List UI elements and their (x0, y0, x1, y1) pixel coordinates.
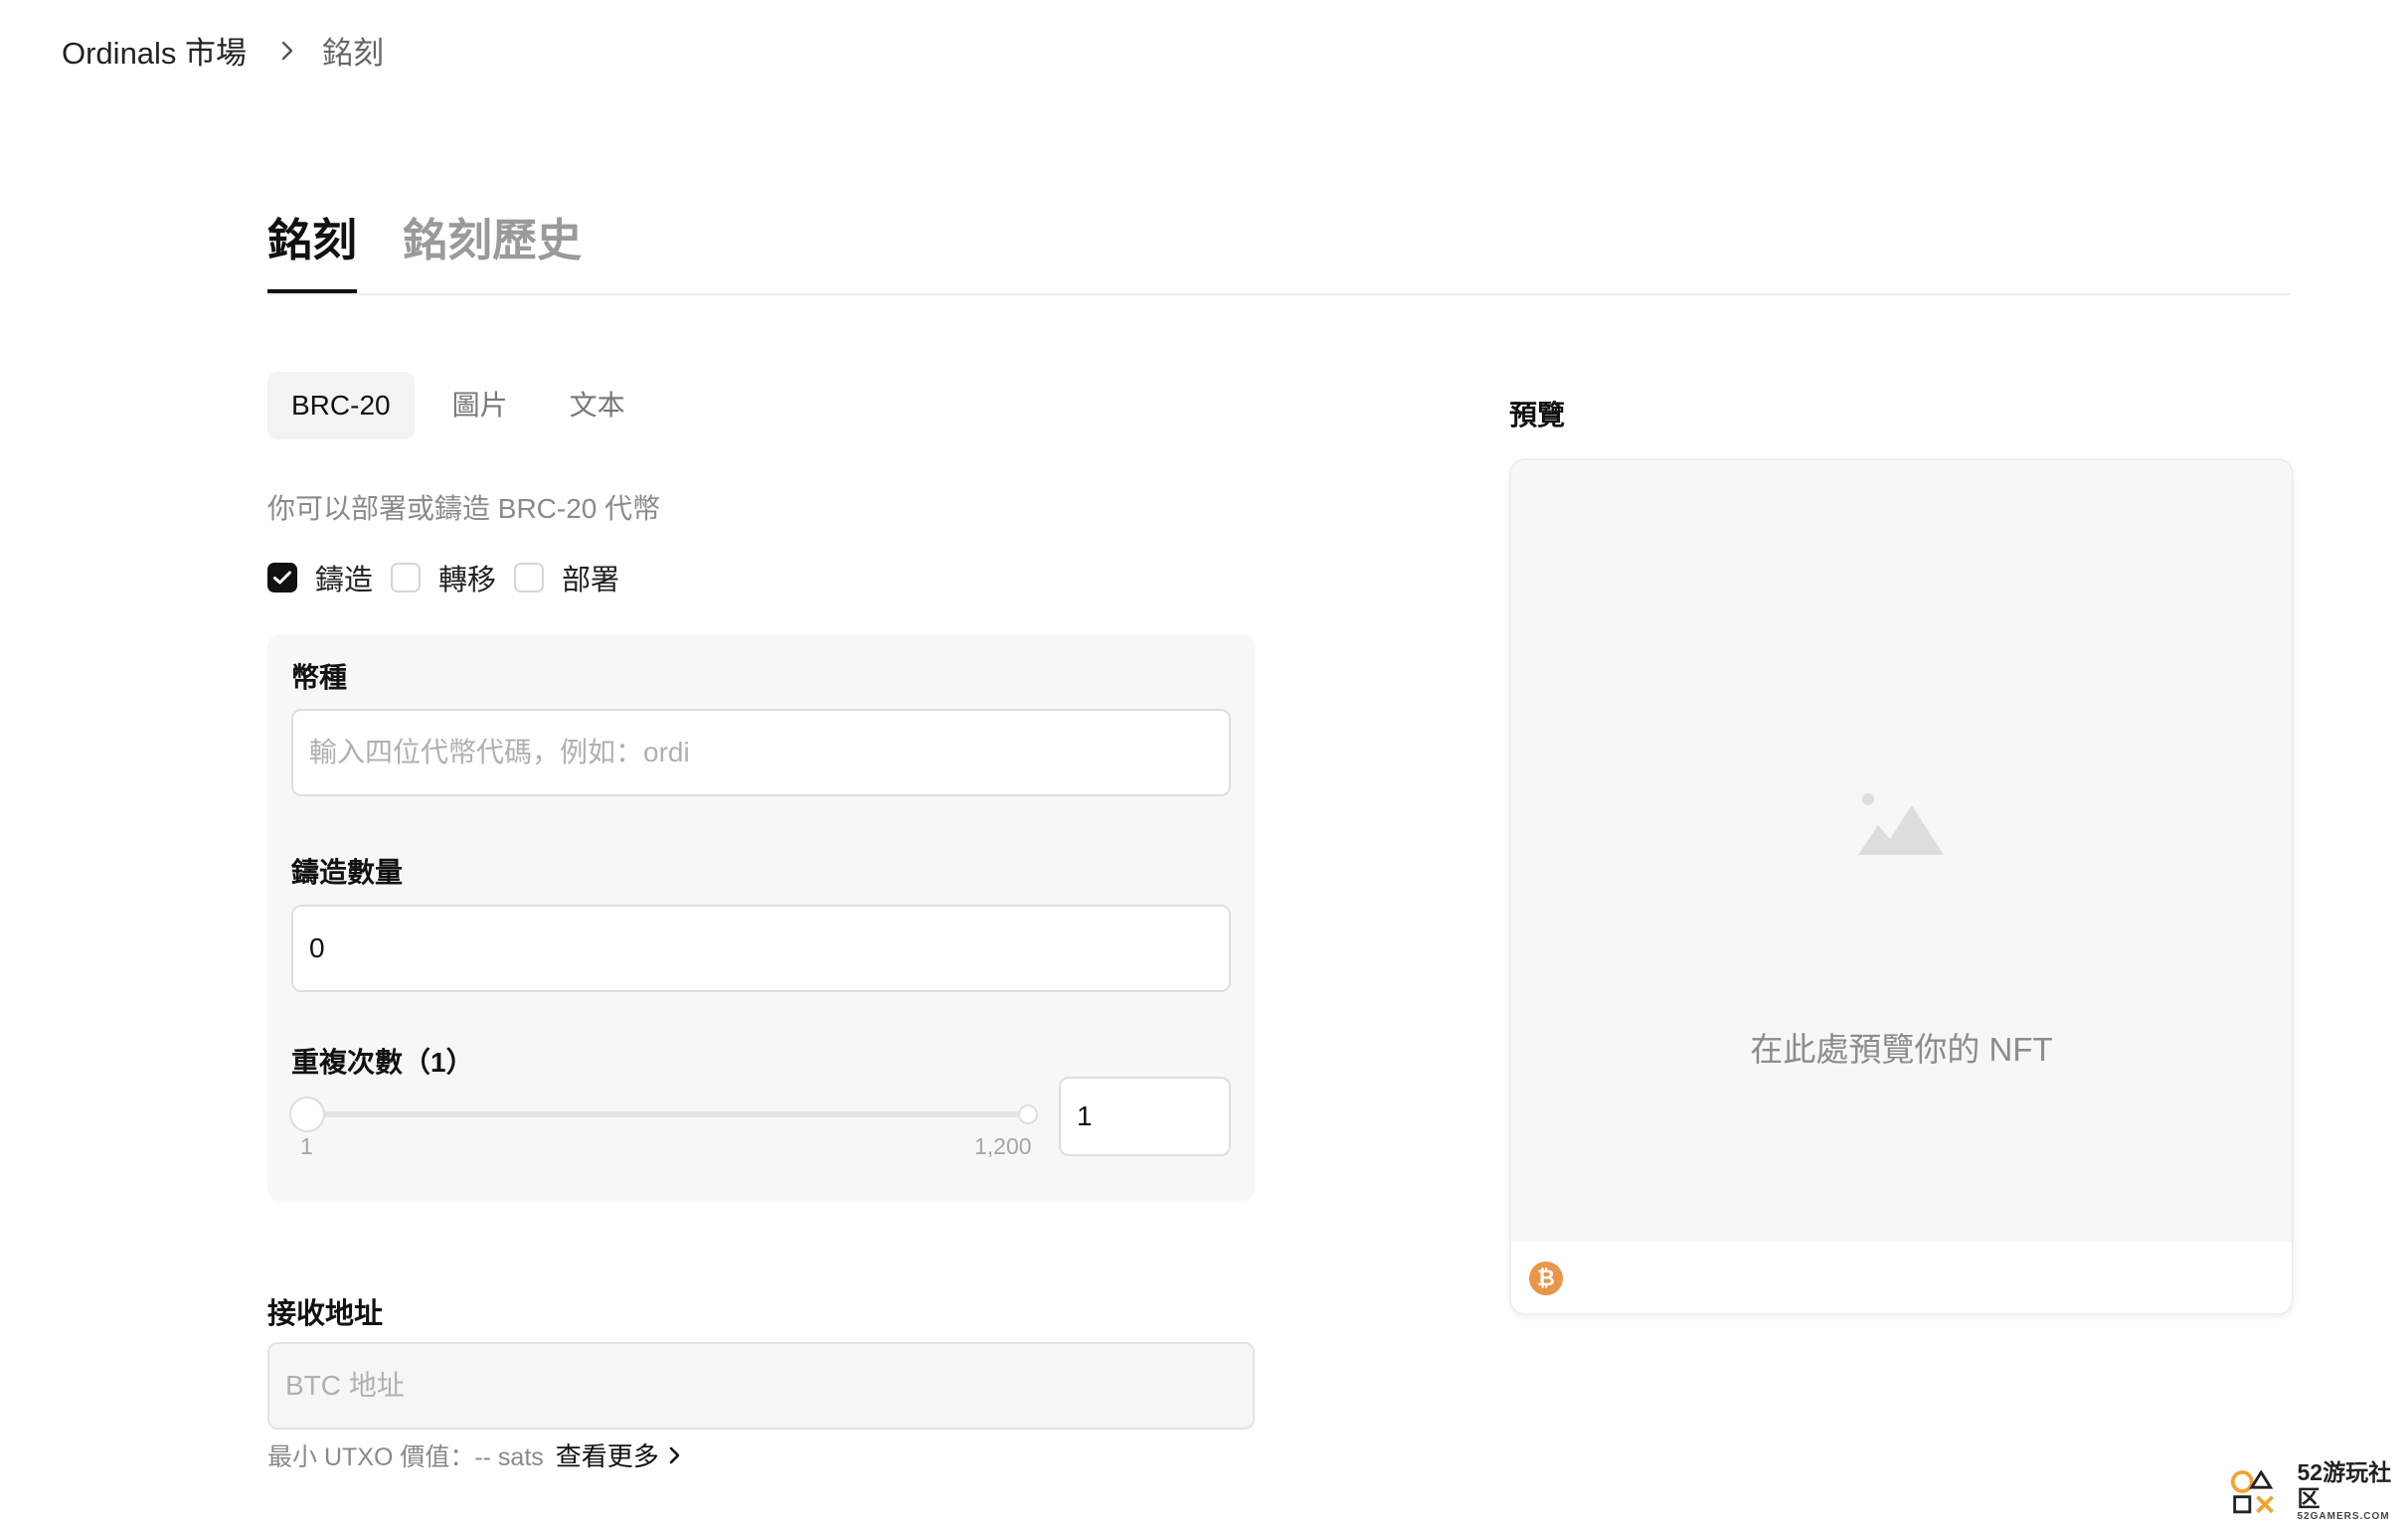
breadcrumb: Ordinals 市場 銘刻 (62, 28, 384, 73)
btc-address-input[interactable] (267, 1342, 1255, 1430)
token-ticker-input[interactable] (291, 709, 1231, 796)
operation-deploy[interactable]: 部署 (514, 557, 619, 598)
utxo-info: 最小 UTXO 價值：-- sats 查看更多 (267, 1437, 683, 1473)
brc20-hint-text: 你可以部署或鑄造 BRC-20 代幣 (267, 493, 661, 524)
repeat-slider-track[interactable] (307, 1111, 1028, 1117)
check-icon (273, 571, 291, 585)
type-tab-text[interactable]: 文本 (546, 372, 649, 439)
type-tab-image[interactable]: 圖片 (429, 372, 532, 439)
mint-checkbox[interactable] (267, 563, 297, 592)
inscription-type-tabs: BRC-20 圖片 文本 (267, 372, 663, 439)
transfer-checkbox[interactable] (391, 563, 422, 592)
repeat-count-input[interactable] (1059, 1077, 1231, 1156)
tab-inscription-history[interactable]: 銘刻歷史 (403, 204, 582, 291)
transfer-label: 轉移 (438, 565, 497, 596)
tab-inscribe[interactable]: 銘刻 (267, 204, 358, 293)
chevron-right-icon (669, 1446, 680, 1463)
nft-preview-area: 在此處預覽你的 NFT (1511, 460, 2292, 1242)
view-more-link[interactable]: 查看更多 (556, 1437, 683, 1473)
watermark: 52游玩社区 52GAMERS.COM (2229, 1459, 2408, 1522)
min-utxo-text: 最小 UTXO 價值：-- sats (267, 1442, 544, 1471)
main-tabs: 銘刻 銘刻歷史 (267, 204, 2290, 295)
repeat-slider-end-dot (1018, 1104, 1038, 1124)
watermark-subtitle: 52GAMERS.COM (2297, 1511, 2390, 1522)
operation-mint[interactable]: 鑄造 (267, 557, 373, 598)
mint-label: 鑄造 (315, 565, 374, 596)
deploy-label: 部署 (562, 565, 620, 596)
bitcoin-icon: ₿ (1529, 1262, 1563, 1295)
repeat-count-label: 重複次數（1） (291, 1047, 474, 1078)
deploy-checkbox[interactable] (514, 563, 545, 592)
image-placeholder-icon (1858, 793, 1944, 855)
nft-preview-card: 在此處預覽你的 NFT ₿ (1509, 458, 2294, 1315)
mint-form-panel: 幣種 鑄造數量 重複次數（1） 1 1,200 (267, 634, 1255, 1201)
mint-amount-input[interactable] (291, 905, 1231, 992)
breadcrumb-ordinals-market[interactable]: Ordinals 市場 (62, 28, 247, 73)
preview-title: 預覽 (1509, 400, 1566, 430)
watermark-title: 52游玩社区 (2297, 1459, 2392, 1511)
repeat-slider-max: 1,200 (974, 1133, 1032, 1159)
repeat-slider-handle[interactable] (289, 1097, 325, 1132)
breadcrumb-current: 銘刻 (322, 36, 385, 71)
receive-address-label: 接收地址 (267, 1298, 384, 1330)
gamepad-logo-icon (2230, 1468, 2274, 1513)
operation-options: 鑄造 轉移 部署 (267, 557, 637, 598)
repeat-slider-min: 1 (300, 1133, 313, 1159)
view-more-label: 查看更多 (555, 1441, 659, 1471)
chevron-right-icon (280, 40, 294, 62)
type-tab-brc20[interactable]: BRC-20 (267, 372, 415, 439)
preview-placeholder-text: 在此處預覽你的 NFT (1750, 1031, 2053, 1068)
token-label: 幣種 (291, 662, 348, 693)
mint-amount-label: 鑄造數量 (291, 857, 404, 888)
operation-transfer[interactable]: 轉移 (391, 557, 496, 598)
